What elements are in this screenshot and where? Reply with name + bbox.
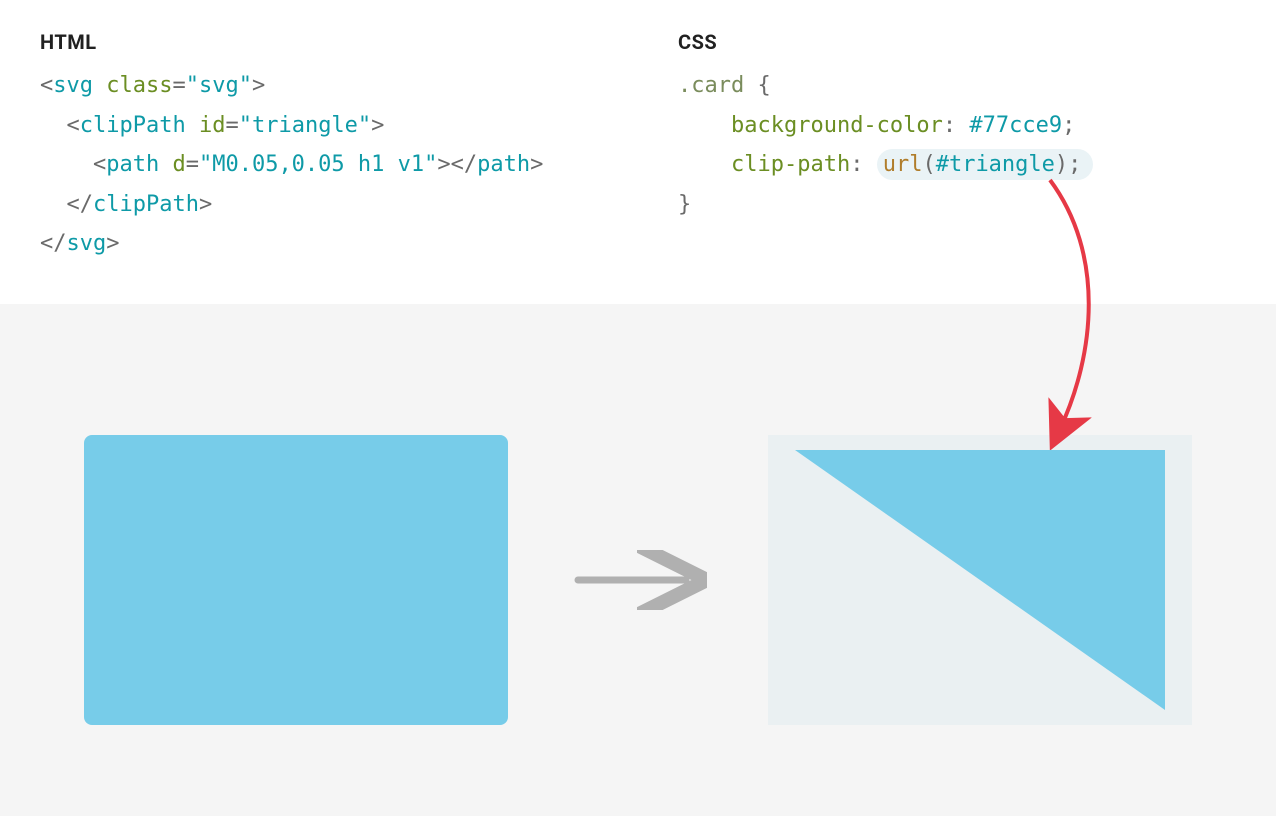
code-token: ;	[1062, 113, 1075, 138]
code-token: >	[106, 231, 119, 256]
code-token: >	[530, 152, 543, 177]
code-token: )	[1055, 152, 1068, 177]
code-token: class	[106, 73, 172, 98]
code-token: "M0.05,0.05 h1 v1"	[199, 152, 437, 177]
code-token: url	[883, 152, 923, 177]
css-highlight: url(#triangle);	[877, 149, 1094, 180]
html-header: HTML	[40, 30, 598, 54]
code-token: =	[225, 113, 238, 138]
code-token: "triangle"	[239, 113, 371, 138]
demo-section	[0, 304, 1276, 816]
code-token: background-color	[731, 113, 943, 138]
code-token: ;	[1068, 152, 1081, 177]
code-token: =	[172, 73, 185, 98]
code-token: path	[106, 152, 159, 177]
code-token: <	[93, 152, 106, 177]
code-token: >	[371, 113, 384, 138]
code-token: <	[40, 73, 53, 98]
arrow-right-icon	[568, 550, 708, 610]
code-token: #triangle	[936, 152, 1055, 177]
html-code-block: <svg class="svg"> <clipPath id="triangle…	[40, 66, 598, 264]
code-token: d	[172, 152, 185, 177]
code-token: path	[477, 152, 530, 177]
code-token: id	[199, 113, 226, 138]
card-after-container	[768, 435, 1192, 725]
code-token: #77cce9	[969, 113, 1062, 138]
code-token: svg	[67, 231, 107, 256]
code-token: >	[199, 192, 212, 217]
code-token: =	[186, 152, 199, 177]
code-token: ></	[437, 152, 477, 177]
code-token: clipPath	[80, 113, 186, 138]
html-column: HTML <svg class="svg"> <clipPath id="tri…	[40, 30, 598, 264]
code-token: </	[67, 192, 94, 217]
code-token: >	[252, 73, 265, 98]
code-token: <	[67, 113, 80, 138]
code-section: HTML <svg class="svg"> <clipPath id="tri…	[0, 0, 1276, 304]
code-token: svg	[53, 73, 93, 98]
css-code-block: .card { background-color: #77cce9; clip-…	[678, 66, 1236, 224]
code-token: :	[850, 152, 877, 177]
code-token: (	[922, 152, 935, 177]
css-header: CSS	[678, 30, 1236, 54]
code-token: </	[40, 231, 67, 256]
code-token: }	[678, 192, 691, 217]
card-after-clipped	[795, 450, 1165, 710]
code-token: {	[744, 73, 771, 98]
code-token: "svg"	[186, 73, 252, 98]
code-token: .card	[678, 73, 744, 98]
code-token: clip-path	[731, 152, 850, 177]
code-token: clipPath	[93, 192, 199, 217]
css-column: CSS .card { background-color: #77cce9; c…	[678, 30, 1236, 264]
code-token: :	[943, 113, 970, 138]
card-before	[84, 435, 508, 725]
